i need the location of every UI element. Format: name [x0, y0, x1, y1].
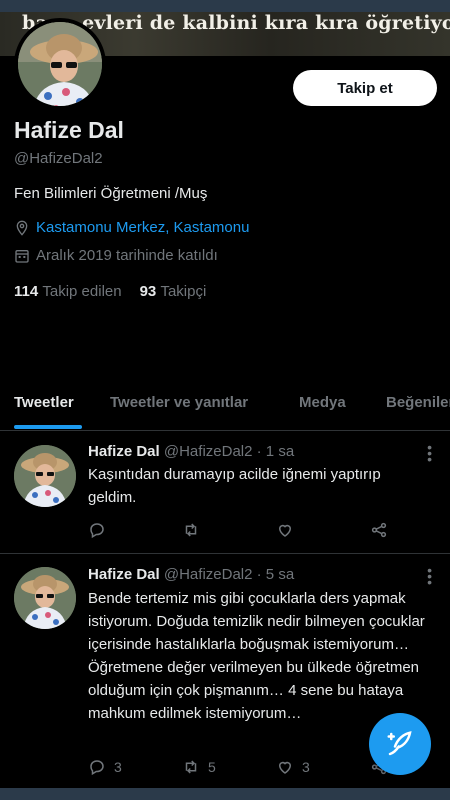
tweet-text: Bende tertemiz mis gibi çocuklarla ders …: [88, 590, 425, 722]
follow-button[interactable]: Takip et: [293, 70, 437, 106]
profile-joined: Aralık 2019 tarihinde katıldı: [14, 247, 218, 264]
profile-avatar[interactable]: [14, 18, 106, 110]
tweet-actions: [88, 521, 388, 539]
compose-icon: [387, 731, 412, 756]
reply-icon: [90, 760, 104, 776]
like-icon: [278, 761, 292, 774]
bottom-strip: [0, 788, 450, 800]
reply-button[interactable]: [88, 521, 114, 539]
share-icon: [371, 522, 387, 538]
like-button[interactable]: 3: [276, 758, 310, 776]
followers-label: Takipçi: [160, 283, 207, 300]
retweet-button[interactable]: 5: [182, 758, 216, 776]
location-link[interactable]: Kastamonu Merkez, Kastamonu: [36, 219, 249, 236]
tweet-avatar[interactable]: [14, 445, 76, 507]
following-label: Takip edilen: [42, 283, 122, 300]
tab-tweets-replies[interactable]: Tweetler ve yanıtlar: [110, 394, 248, 411]
profile-tabs: Tweetler Tweetler ve yanıtlar Medya Beğe…: [0, 384, 450, 431]
reply-count: 3: [114, 759, 122, 775]
like-count: 3: [302, 759, 310, 775]
reply-button[interactable]: 3: [88, 758, 122, 776]
status-strip: [0, 0, 450, 12]
tweet-time[interactable]: · 5 sa: [257, 566, 295, 583]
active-tab-indicator: [14, 425, 82, 429]
tweet-header: Hafize Dal @HafizeDal2 · 1 sa: [88, 443, 294, 460]
tab-tweets[interactable]: Tweetler: [14, 394, 74, 411]
profile-handle: @HafizeDal2: [14, 150, 103, 167]
retweet-button[interactable]: [182, 521, 208, 539]
followers-count: 93: [139, 283, 157, 300]
like-button[interactable]: [276, 521, 302, 539]
profile-bio: Fen Bilimleri Öğretmeni /Muş: [14, 185, 208, 202]
retweet-count: 5: [208, 759, 216, 775]
tweet-author-handle: @HafizeDal2: [163, 443, 253, 460]
share-button[interactable]: [370, 521, 388, 539]
following-link[interactable]: 114 Takip edilen: [14, 283, 122, 300]
joined-text: Aralık 2019 tarihinde katıldı: [36, 247, 218, 264]
tweet-author-name[interactable]: Hafize Dal: [88, 443, 160, 460]
tweet-avatar[interactable]: [14, 567, 76, 629]
compose-tweet-button[interactable]: [369, 713, 431, 775]
calendar-icon: [15, 249, 29, 263]
location-pin-icon: [16, 220, 28, 236]
profile-stats: 114 Takip edilen 93 Takipçi: [14, 283, 206, 300]
profile-location: Kastamonu Merkez, Kastamonu: [14, 219, 249, 236]
retweet-icon: [185, 760, 197, 774]
reply-icon: [90, 523, 104, 539]
more-icon[interactable]: • • •: [427, 440, 432, 466]
tweet-author-name[interactable]: Hafize Dal: [88, 566, 160, 583]
tweet-text: Kaşıntıdan duramayıp acilde iğnemi yaptı…: [88, 466, 381, 506]
like-icon: [278, 524, 292, 537]
tab-likes[interactable]: Beğeniler: [386, 394, 450, 411]
following-count: 114: [14, 283, 39, 300]
tweet-header: Hafize Dal @HafizeDal2 · 5 sa: [88, 566, 294, 583]
more-icon[interactable]: • • •: [427, 563, 432, 589]
tweet-time[interactable]: · 1 sa: [257, 443, 295, 460]
tab-media[interactable]: Medya: [299, 394, 346, 411]
followers-link[interactable]: 93 Takipçi: [140, 283, 207, 300]
tweet-author-handle: @HafizeDal2: [163, 566, 253, 583]
tweet-actions: 3 5 3: [88, 758, 388, 776]
tweet[interactable]: Hafize Dal @HafizeDal2 · 1 sa • • • Kaşınt…: [0, 432, 450, 554]
profile-name: Hafize Dal: [14, 117, 124, 143]
retweet-icon: [185, 523, 197, 537]
